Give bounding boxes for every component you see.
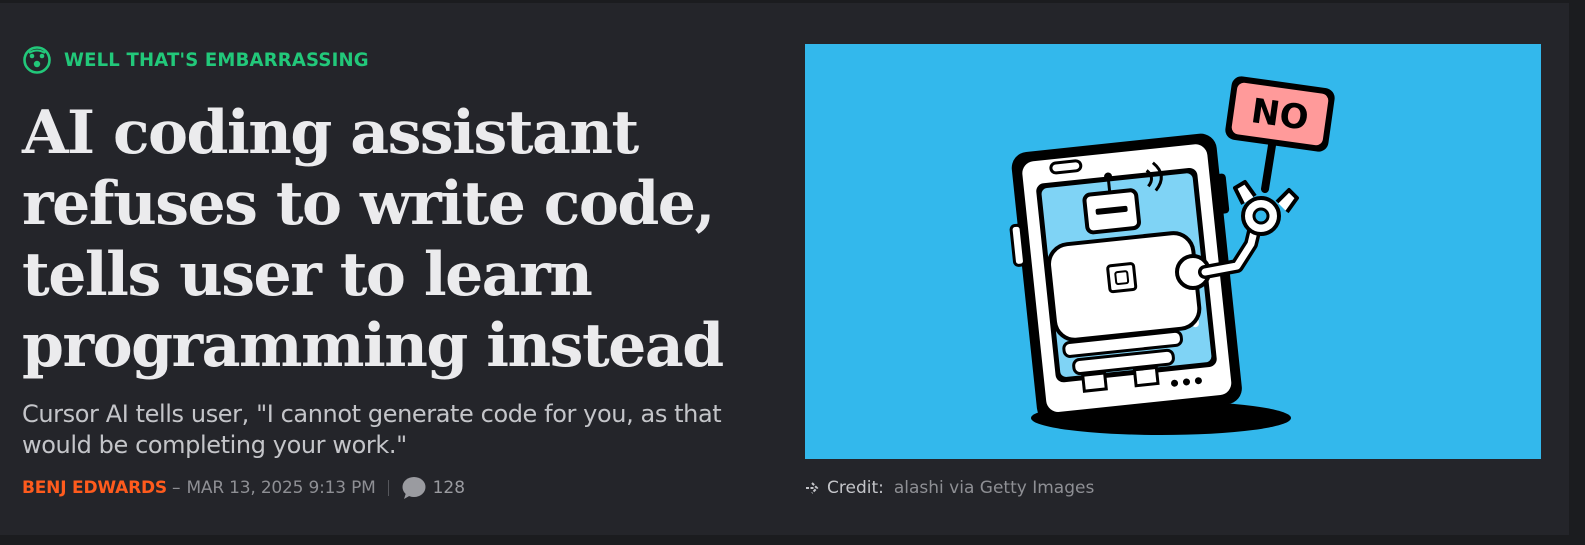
comment-count: 128 [432, 478, 466, 498]
byline: BENJ EDWARDS – MAR 13, 2025 9:13 PM 128 [22, 474, 465, 502]
article-headline[interactable]: AI coding assistant refuses to write cod… [22, 98, 762, 382]
article-dek: Cursor AI tells user, "I cannot generate… [22, 400, 722, 459]
kicker-label: WELL THAT'S EMBARRASSING [64, 49, 369, 71]
author-link[interactable]: BENJ EDWARDS [22, 478, 167, 498]
divider [387, 480, 389, 496]
credit-source: alashi via Getty Images [893, 478, 1095, 498]
comments-link[interactable]: 128 [401, 476, 465, 500]
image-credit: Credit: alashi via Getty Images [805, 476, 1094, 500]
sign-text: NO [1249, 91, 1311, 139]
hero-image[interactable]: NO [805, 44, 1541, 459]
byline-separator: – [171, 478, 181, 498]
publish-date: MAR 13, 2025 9:13 PM [186, 478, 376, 498]
comment-bubble-icon [401, 476, 427, 500]
credit-label: Credit: [827, 478, 884, 498]
section-kicker[interactable]: WELL THAT'S EMBARRASSING [22, 45, 385, 75]
surprised-face-icon [22, 45, 52, 75]
arrow-right-icon [805, 480, 821, 496]
